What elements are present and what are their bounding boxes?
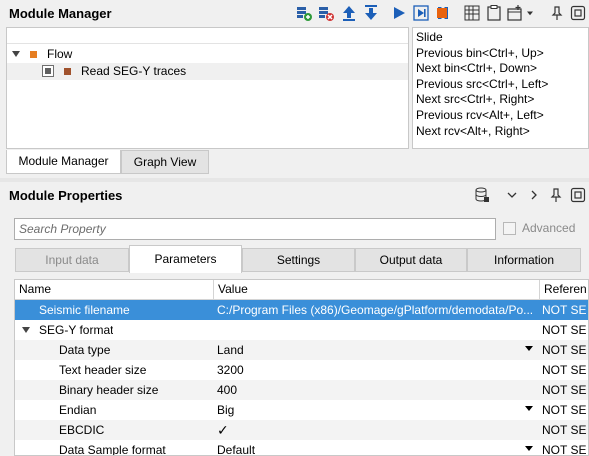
tab-settings[interactable]: Settings — [242, 248, 355, 272]
database-icon[interactable] — [473, 186, 491, 204]
column-header-reference[interactable]: Referen — [540, 280, 588, 300]
property-reference: NOT SE — [542, 443, 587, 456]
shortcut-line: Previous bin<Ctrl+, Up> — [416, 45, 544, 60]
collapse-arrow-icon[interactable] — [22, 327, 30, 333]
property-name: Seismic filename — [39, 303, 130, 317]
remove-module-icon[interactable] — [317, 4, 335, 22]
dropdown-value: Default — [217, 443, 256, 456]
expand-arrow-icon[interactable] — [12, 51, 20, 57]
table-row[interactable]: Data Sample format Default NOT SE — [15, 440, 588, 456]
table-row[interactable]: Seismic filename C:/Program Files (x86)/… — [15, 300, 588, 320]
grid-icon[interactable] — [463, 4, 481, 22]
shortcut-line: Slide — [416, 30, 443, 44]
ebcdic-checkbox[interactable]: ✓ — [217, 420, 229, 440]
tree-header — [7, 28, 408, 44]
property-value[interactable]: 400 — [217, 380, 237, 400]
new-window-icon[interactable] — [506, 4, 524, 22]
pin-icon[interactable] — [548, 4, 566, 22]
tab-graph-view[interactable]: Graph View — [121, 150, 209, 174]
shortcut-line: Previous rcv<Alt+, Left> — [416, 107, 544, 122]
flow-icon — [30, 51, 37, 58]
property-name: Endian — [59, 403, 97, 417]
property-grid[interactable]: Name Value Referen Seismic filename C:/P… — [14, 279, 589, 456]
tab-information[interactable]: Information — [467, 248, 581, 272]
table-row-group[interactable]: SEG-Y format NOT SE — [15, 320, 588, 340]
module-icon — [64, 68, 71, 75]
chevron-down-icon[interactable] — [503, 186, 521, 204]
table-row[interactable]: Binary header size 400 NOT SE — [15, 380, 588, 400]
flow-tree[interactable]: Flow Read SEG-Y traces — [6, 27, 409, 149]
module-manager-titlebar: Module Manager — [0, 0, 589, 26]
shortcut-line: Next src<Ctrl+, Right> — [416, 92, 535, 107]
property-value-dropdown[interactable]: Default — [217, 440, 539, 456]
column-header-value[interactable]: Value — [214, 280, 540, 300]
dropdown-arrow-icon[interactable] — [525, 446, 533, 451]
table-row[interactable]: Data type Land NOT SE — [15, 340, 588, 360]
tab-parameters[interactable]: Parameters — [129, 245, 242, 273]
property-reference: NOT SE — [542, 423, 587, 437]
panel-divider[interactable] — [0, 178, 589, 182]
property-value[interactable]: 3200 — [217, 360, 244, 380]
advanced-label: Advanced — [522, 221, 576, 235]
module-properties-title: Module Properties — [9, 188, 123, 203]
stop-icon[interactable] — [433, 4, 451, 22]
dropdown-arrow-icon[interactable] — [525, 346, 533, 351]
search-input[interactable]: Search Property — [14, 218, 496, 240]
dropdown-value: Big — [217, 403, 235, 417]
property-value-dropdown[interactable]: Land — [217, 340, 539, 360]
tab-input-data[interactable]: Input data — [15, 248, 129, 272]
tree-item-flow[interactable]: Flow — [7, 46, 408, 63]
property-value[interactable]: C:/Program Files (x86)/Geomage/gPlatform… — [217, 300, 539, 320]
advanced-checkbox[interactable] — [503, 222, 516, 235]
table-row[interactable]: Text header size 3200 NOT SE — [15, 360, 588, 380]
float-icon[interactable] — [569, 186, 587, 204]
shortcut-line: Next bin<Ctrl+, Down> — [416, 61, 538, 76]
dropdown-value: Land — [217, 343, 244, 357]
shortcut-line: Next rcv<Alt+, Right> — [416, 123, 530, 138]
property-name: Binary header size — [59, 383, 159, 397]
float-icon[interactable] — [569, 4, 587, 22]
tree-item-read-segy[interactable]: Read SEG-Y traces — [7, 63, 408, 80]
column-header-name[interactable]: Name — [15, 280, 214, 300]
shortcut-line: Previous src<Ctrl+, Left> — [416, 76, 549, 91]
property-reference: NOT SE — [542, 323, 587, 337]
property-name: Data type — [59, 343, 111, 357]
chevron-right-icon[interactable] — [525, 186, 543, 204]
run-step-icon[interactable] — [412, 4, 430, 22]
module-manager-title: Module Manager — [9, 6, 112, 21]
clipboard-icon[interactable] — [485, 4, 503, 22]
property-name: Data Sample format — [59, 443, 166, 456]
module-checkbox[interactable] — [42, 65, 54, 77]
add-module-icon[interactable] — [295, 4, 313, 22]
property-reference: NOT SE — [542, 343, 587, 357]
table-row[interactable]: EBCDIC ✓ NOT SE — [15, 420, 588, 440]
property-name: EBCDIC — [59, 423, 105, 437]
property-value-dropdown[interactable]: Big — [217, 400, 539, 420]
move-down-icon[interactable] — [362, 4, 380, 22]
tab-output-data[interactable]: Output data — [355, 248, 467, 272]
tree-item-label: Read SEG-Y traces — [81, 64, 187, 78]
table-row[interactable]: Endian Big NOT SE — [15, 400, 588, 420]
property-reference: NOT SE — [542, 303, 587, 317]
shortcut-list: Slide Previous bin<Ctrl+, Up> Next bin<C… — [412, 27, 589, 149]
move-up-icon[interactable] — [340, 4, 358, 22]
property-reference: NOT SE — [542, 383, 587, 397]
tab-module-manager[interactable]: Module Manager — [6, 150, 121, 174]
tree-item-label: Flow — [47, 47, 73, 61]
property-group-name: SEG-Y format — [39, 323, 114, 337]
dropdown-arrow-icon[interactable] — [525, 406, 533, 411]
property-reference: NOT SE — [542, 363, 587, 377]
menu-dropdown-icon[interactable] — [524, 4, 536, 22]
property-name: Text header size — [59, 363, 147, 377]
pin-icon[interactable] — [547, 186, 565, 204]
run-icon[interactable] — [390, 4, 408, 22]
property-reference: NOT SE — [542, 403, 587, 417]
